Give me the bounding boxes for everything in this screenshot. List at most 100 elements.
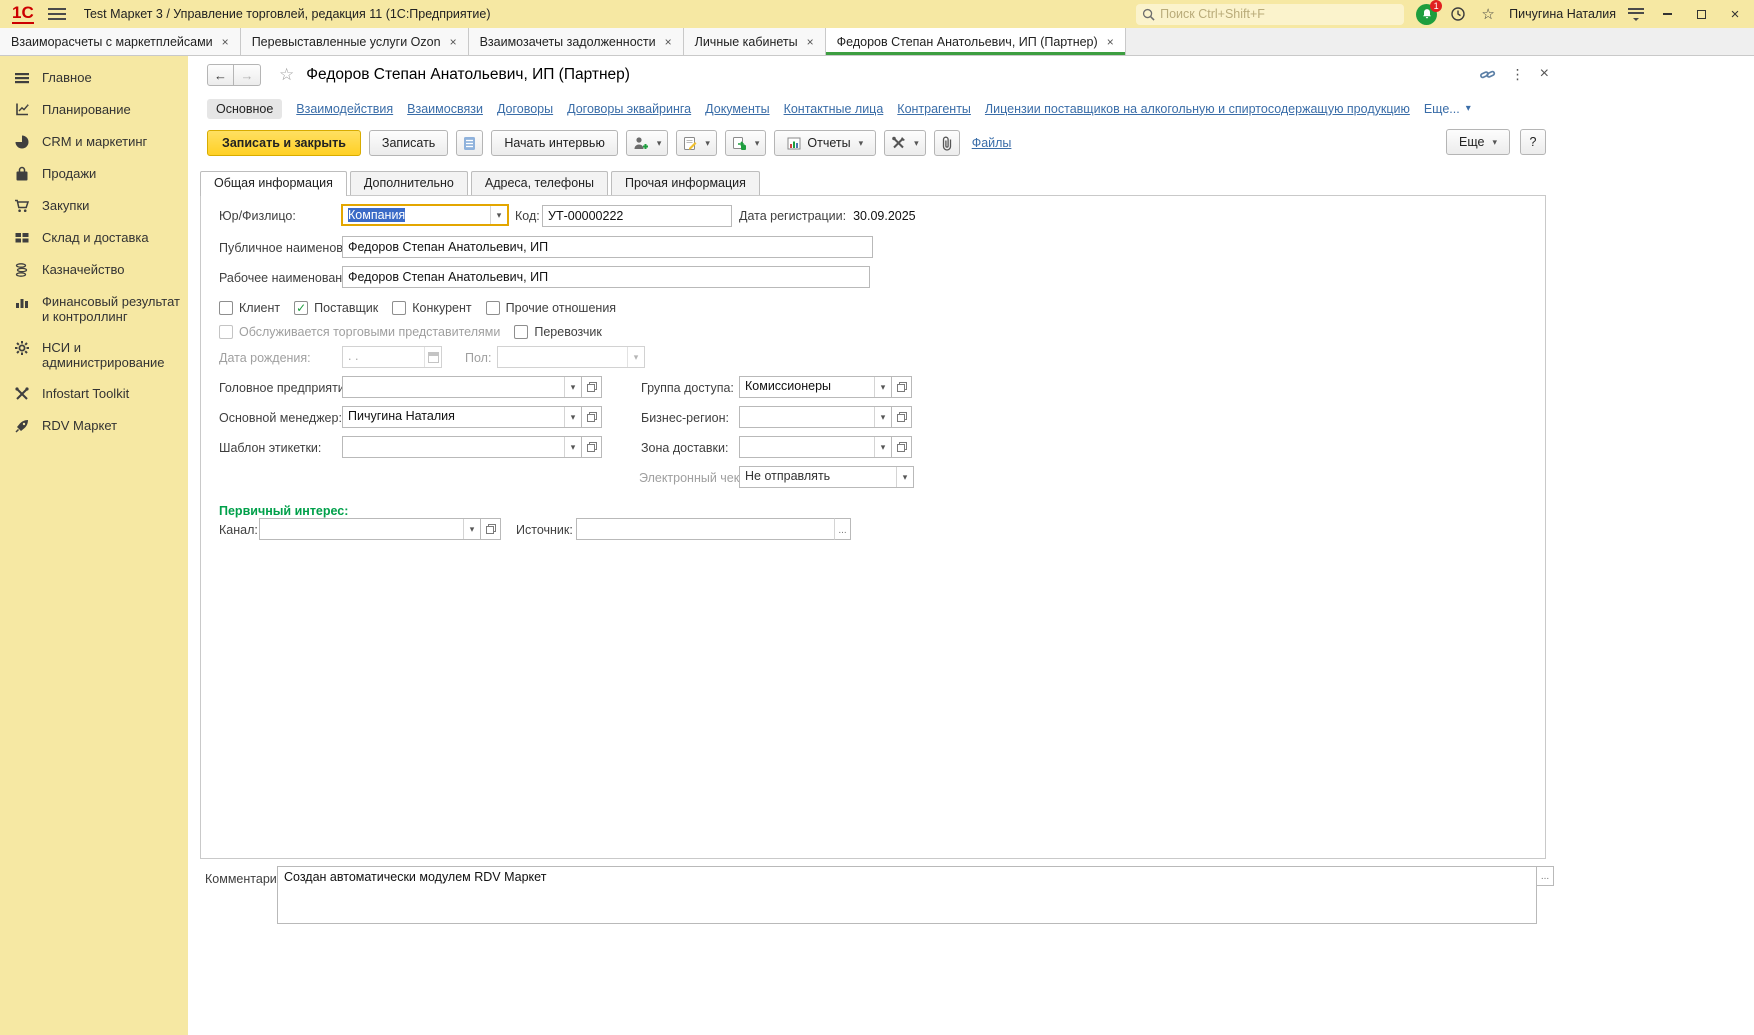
sidebar-item-infostart[interactable]: Infostart Toolkit bbox=[0, 378, 188, 410]
service-tools-dropdown-button[interactable]: ▾ bbox=[884, 130, 926, 156]
code-input[interactable] bbox=[542, 205, 732, 227]
sidebar-item-treasury[interactable]: Казначейство bbox=[0, 254, 188, 286]
nav-link-contracts[interactable]: Договоры bbox=[497, 102, 553, 116]
sidebar-item-crm[interactable]: CRM и маркетинг bbox=[0, 126, 188, 158]
more-actions-kebab-icon[interactable]: ⋮ bbox=[1511, 66, 1525, 83]
chevron-down-icon[interactable]: ▾ bbox=[874, 377, 891, 397]
open-item-button[interactable] bbox=[582, 376, 602, 398]
chevron-down-icon[interactable]: ▾ bbox=[564, 377, 581, 397]
nav-link-contacts[interactable]: Контактные лица bbox=[784, 102, 884, 116]
delivery-zone-select[interactable]: ▾ bbox=[739, 436, 892, 458]
collapse-panel-icon[interactable] bbox=[1628, 8, 1644, 20]
files-link[interactable]: Файлы bbox=[972, 136, 1012, 150]
nav-more-button[interactable]: Еще...▾ bbox=[1424, 102, 1471, 116]
sidebar-item-sales[interactable]: Продажи bbox=[0, 158, 188, 190]
e-receipt-select[interactable]: Не отправлять ▾ bbox=[739, 466, 914, 488]
tab-ozon-services[interactable]: Перевыставленные услуги Ozon× bbox=[241, 28, 469, 55]
source-choose-button[interactable]: ... bbox=[834, 518, 851, 540]
open-item-button[interactable] bbox=[481, 518, 501, 540]
chevron-down-icon[interactable]: ▾ bbox=[564, 437, 581, 457]
sidebar-item-rdv[interactable]: RDV Маркет bbox=[0, 410, 188, 442]
sidebar-item-main[interactable]: Главное bbox=[0, 62, 188, 94]
nav-link-interactions[interactable]: Взаимодействия bbox=[296, 102, 393, 116]
get-link-icon[interactable] bbox=[1479, 66, 1496, 83]
exchange-dropdown-button[interactable]: ▾ bbox=[725, 130, 767, 156]
close-window-button[interactable]: × bbox=[1724, 4, 1746, 24]
tab-addresses[interactable]: Адреса, телефоны bbox=[471, 171, 608, 195]
open-item-button[interactable] bbox=[892, 376, 912, 398]
chevron-down-icon[interactable]: ▾ bbox=[564, 407, 581, 427]
tab-personal-accounts[interactable]: Личные кабинеты× bbox=[684, 28, 826, 55]
chevron-down-icon[interactable]: ▾ bbox=[490, 206, 507, 224]
channel-select[interactable]: ▾ bbox=[259, 518, 481, 540]
checkbox-client[interactable]: Клиент bbox=[219, 301, 280, 315]
nav-link-counterparties[interactable]: Контрагенты bbox=[897, 102, 971, 116]
open-item-button[interactable] bbox=[892, 436, 912, 458]
main-menu-icon[interactable] bbox=[48, 8, 66, 20]
save-and-close-button[interactable]: Записать и закрыть bbox=[207, 130, 361, 156]
nav-link-documents[interactable]: Документы bbox=[705, 102, 769, 116]
checkbox-competitor[interactable]: Конкурент bbox=[392, 301, 471, 315]
comment-textarea[interactable]: Создан автоматически модулем RDV Маркет bbox=[277, 866, 1537, 924]
chevron-down-icon[interactable]: ▾ bbox=[463, 519, 480, 539]
forward-button[interactable]: → bbox=[234, 64, 261, 86]
favorites-star-icon[interactable]: ☆ bbox=[1479, 5, 1497, 23]
legal-type-select[interactable]: Компания ▾ bbox=[341, 204, 509, 226]
open-item-button[interactable] bbox=[582, 406, 602, 428]
close-tab-icon[interactable]: × bbox=[450, 35, 457, 49]
more-button[interactable]: Еще▾ bbox=[1446, 129, 1510, 155]
head-company-select[interactable]: ▾ bbox=[342, 376, 582, 398]
source-input[interactable] bbox=[576, 518, 834, 540]
tab-general-info[interactable]: Общая информация bbox=[200, 171, 347, 196]
search-input[interactable] bbox=[1160, 7, 1390, 21]
current-user[interactable]: Пичугина Наталия bbox=[1509, 7, 1616, 21]
close-tab-icon[interactable]: × bbox=[807, 35, 814, 49]
reports-dropdown-button[interactable]: Отчеты ▾ bbox=[774, 130, 876, 156]
card-view-button[interactable] bbox=[456, 130, 483, 156]
label-template-select[interactable]: ▾ bbox=[342, 436, 582, 458]
checkbox-other-relations[interactable]: Прочие отношения bbox=[486, 301, 616, 315]
help-button[interactable]: ? bbox=[1520, 129, 1546, 155]
sidebar-item-planning[interactable]: Планирование bbox=[0, 94, 188, 126]
tab-additional[interactable]: Дополнительно bbox=[350, 171, 468, 195]
checkbox-supplier[interactable]: ✓Поставщик bbox=[294, 301, 378, 315]
global-search[interactable] bbox=[1136, 4, 1404, 25]
sidebar-item-purchases[interactable]: Закупки bbox=[0, 190, 188, 222]
add-contact-dropdown-button[interactable]: ▾ bbox=[626, 130, 669, 156]
checkbox-carrier[interactable]: Перевозчик bbox=[514, 325, 601, 339]
save-button[interactable]: Записать bbox=[369, 130, 448, 156]
open-item-button[interactable] bbox=[582, 436, 602, 458]
add-favorite-star-icon[interactable]: ☆ bbox=[279, 65, 294, 85]
create-document-dropdown-button[interactable]: ▾ bbox=[676, 130, 717, 156]
maximize-button[interactable] bbox=[1690, 4, 1712, 24]
sidebar-item-finance[interactable]: Финансовый результат и контроллинг bbox=[0, 286, 188, 332]
close-tab-icon[interactable]: × bbox=[665, 35, 672, 49]
work-name-input[interactable] bbox=[342, 266, 870, 288]
chevron-down-icon[interactable]: ▾ bbox=[874, 437, 891, 457]
sidebar-item-warehouse[interactable]: Склад и доставка bbox=[0, 222, 188, 254]
chevron-down-icon[interactable]: ▾ bbox=[874, 407, 891, 427]
chevron-down-icon[interactable]: ▾ bbox=[896, 467, 913, 487]
open-item-button[interactable] bbox=[892, 406, 912, 428]
history-icon[interactable] bbox=[1449, 5, 1467, 23]
nav-link-main[interactable]: Основное bbox=[207, 99, 282, 119]
business-region-select[interactable]: ▾ bbox=[739, 406, 892, 428]
tab-mutual-settlements[interactable]: Взаиморасчеты с маркетплейсами× bbox=[0, 28, 241, 55]
tab-partner-fedorov[interactable]: Федоров Степан Анатольевич, ИП (Партнер)… bbox=[826, 28, 1126, 55]
access-group-select[interactable]: Комиссионеры ▾ bbox=[739, 376, 892, 398]
tab-debt-offsets[interactable]: Взаимозачеты задолженности× bbox=[469, 28, 684, 55]
tab-other-info[interactable]: Прочая информация bbox=[611, 171, 760, 195]
attachments-button[interactable] bbox=[934, 130, 960, 156]
start-interview-button[interactable]: Начать интервью bbox=[491, 130, 618, 156]
nav-link-licenses[interactable]: Лицензии поставщиков на алкогольную и сп… bbox=[985, 102, 1410, 116]
public-name-input[interactable] bbox=[342, 236, 873, 258]
close-tab-icon[interactable]: × bbox=[1107, 35, 1114, 49]
back-button[interactable]: ← bbox=[207, 64, 234, 86]
nav-link-acquiring[interactable]: Договоры эквайринга bbox=[567, 102, 691, 116]
sidebar-item-admin[interactable]: НСИ и администрирование bbox=[0, 332, 188, 378]
nav-link-relations[interactable]: Взаимосвязи bbox=[407, 102, 483, 116]
comment-expand-button[interactable]: ... bbox=[1537, 866, 1554, 886]
minimize-button[interactable] bbox=[1656, 4, 1678, 24]
close-tab-icon[interactable]: × bbox=[222, 35, 229, 49]
close-form-icon[interactable]: × bbox=[1540, 65, 1549, 83]
